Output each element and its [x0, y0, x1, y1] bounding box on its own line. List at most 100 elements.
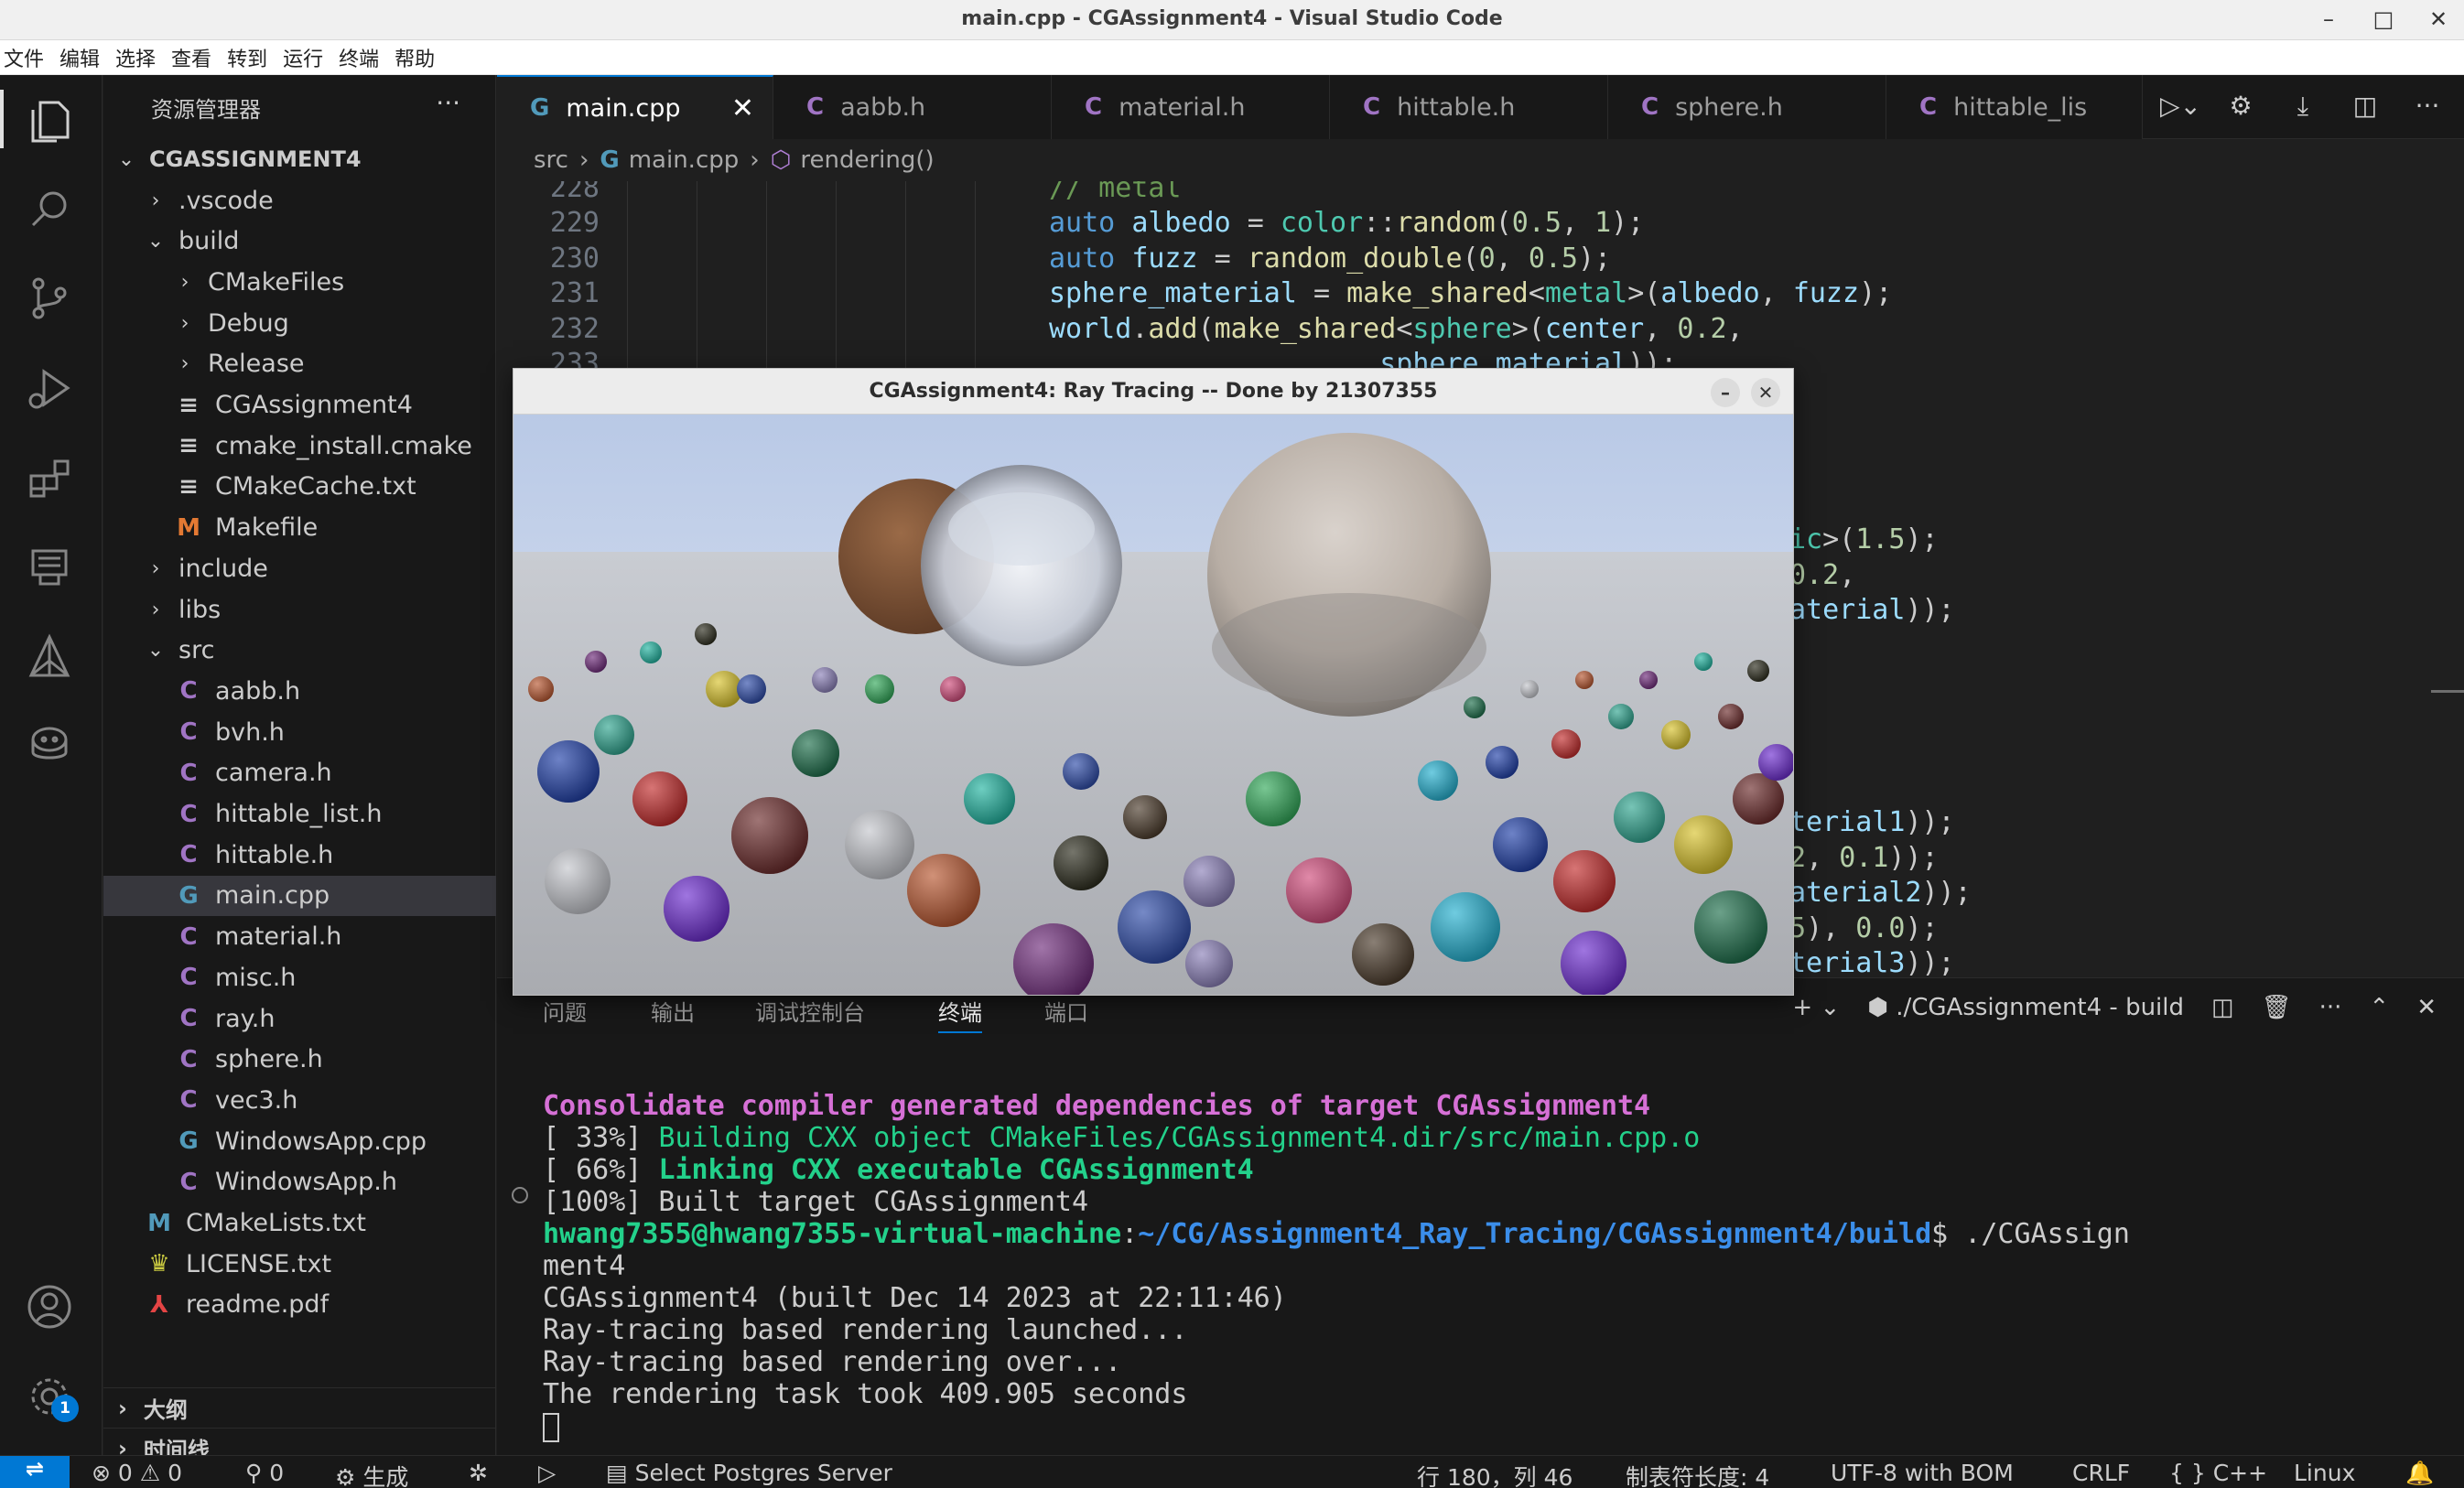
tree-item-label: src [178, 636, 215, 665]
file-item[interactable]: ♛ LICENSE.txt [103, 1244, 496, 1285]
close-window-button[interactable]: ✕ [2422, 5, 2455, 33]
chevron-right-icon: › [750, 146, 760, 174]
gear-icon[interactable]: ⚙ [2222, 88, 2259, 124]
menu-view[interactable]: 查看 [171, 43, 211, 72]
extensions-icon[interactable] [20, 448, 79, 507]
tab-output[interactable]: 输出 [651, 995, 695, 1027]
cmake-icon[interactable] [20, 628, 79, 686]
render-close-button[interactable]: ✕ [1751, 378, 1780, 407]
file-item[interactable]: Chittable.h [103, 835, 496, 876]
tab-debug-console[interactable]: 调试控制台 [755, 995, 865, 1027]
menu-help[interactable]: 帮助 [394, 43, 435, 72]
file-encoding[interactable]: UTF-8 with BOM [1831, 1460, 2014, 1486]
menu-selection[interactable]: 选择 [115, 43, 156, 72]
breadcrumb-folder[interactable]: src [534, 146, 568, 174]
file-item[interactable]: Gmain.cpp [103, 875, 496, 917]
tab-sphere-h[interactable]: C sphere.h [1608, 75, 1886, 139]
folder-item[interactable]: › Debug [103, 303, 496, 344]
folder-item[interactable]: ⌄ src [103, 630, 496, 671]
file-item[interactable]: C WindowsApp.h [103, 1162, 496, 1203]
file-item[interactable]: Csphere.h [103, 1039, 496, 1080]
split-editor-icon[interactable]: ◫ [2347, 88, 2383, 124]
os-indicator[interactable]: Linux [2294, 1460, 2355, 1486]
file-item[interactable]: M Makefile [103, 507, 496, 548]
run-debug-icon[interactable] [20, 359, 79, 417]
remote-indicator-icon[interactable]: ⇌ [0, 1456, 70, 1488]
source-control-icon[interactable] [20, 269, 79, 328]
explorer-icon[interactable] [20, 90, 79, 148]
file-item[interactable]: Cray.h [103, 998, 496, 1040]
breadcrumb-symbol[interactable]: rendering() [800, 146, 934, 174]
folder-item[interactable]: › libs [103, 589, 496, 631]
debug-bug-icon[interactable]: ✲ [469, 1460, 488, 1486]
problems-status[interactable]: ⊗ 0 ⚠ 0 [92, 1460, 182, 1486]
file-item[interactable]: Cbvh.h [103, 712, 496, 753]
remote-explorer-icon[interactable] [20, 538, 79, 597]
menu-terminal[interactable]: 终端 [339, 43, 379, 72]
folder-item[interactable]: › .vscode [103, 180, 496, 221]
cmake-build-button[interactable]: ⚙ 生成 [335, 1460, 408, 1488]
menu-run[interactable]: 运行 [283, 43, 323, 72]
file-item[interactable]: ≡ CMakeCache.txt [103, 467, 496, 508]
folder-item[interactable]: ⌄ build [103, 221, 496, 262]
file-item[interactable]: Ccamera.h [103, 753, 496, 794]
outline-section[interactable]: › 大纲 [103, 1387, 496, 1428]
maximize-window-button[interactable]: □ [2367, 5, 2400, 33]
menu-file[interactable]: 文件 [4, 43, 44, 72]
new-terminal-icon[interactable]: + ⌄ [1792, 994, 1840, 1021]
run-play-icon[interactable]: ▷ [538, 1460, 556, 1486]
tab-size[interactable]: 制表符长度: 4 [1626, 1460, 1769, 1488]
cursor-position[interactable]: 行 180，列 46 [1417, 1460, 1572, 1488]
tab-material-h[interactable]: C material.h [1052, 75, 1330, 139]
file-item[interactable]: ⅄ readme.pdf [103, 1285, 496, 1326]
download-icon[interactable]: ⤓ [2285, 88, 2321, 124]
more-icon[interactable]: ··· [2319, 994, 2342, 1021]
line-ending[interactable]: CRLF [2072, 1460, 2130, 1486]
more-actions-icon[interactable]: ··· [436, 88, 460, 118]
file-item[interactable]: Chittable_list.h [103, 793, 496, 835]
file-item[interactable]: ≡ CGAssignment4 [103, 384, 496, 426]
trash-icon[interactable]: 🗑 [2262, 994, 2292, 1021]
minimize-window-button[interactable]: – [2312, 5, 2345, 33]
file-item[interactable]: Caabb.h [103, 671, 496, 712]
ports-status[interactable]: ⚲ 0 [245, 1460, 284, 1486]
breadcrumb-file[interactable]: main.cpp [629, 146, 740, 174]
file-item[interactable]: Cmisc.h [103, 957, 496, 998]
folder-item[interactable]: › include [103, 548, 496, 589]
maximize-panel-icon[interactable]: ⌃ [2369, 994, 2389, 1021]
file-item[interactable]: M CMakeLists.txt [103, 1202, 496, 1244]
tab-hittable-list-h[interactable]: C hittable_lis [1886, 75, 2143, 139]
render-window[interactable]: CGAssignment4: Ray Tracing -- Done by 21… [513, 368, 1794, 996]
file-item[interactable]: ≡ cmake_install.cmake [103, 426, 496, 467]
sphere-shading [737, 674, 766, 704]
folder-item[interactable]: › Release [103, 344, 496, 385]
folder-item[interactable]: › CMakeFiles [103, 262, 496, 303]
file-item[interactable]: Cmaterial.h [103, 916, 496, 957]
search-icon[interactable] [20, 179, 79, 238]
file-item[interactable]: Cvec3.h [103, 1080, 496, 1121]
notifications-bell-icon[interactable]: 🔔 [2405, 1460, 2434, 1487]
split-terminal-icon[interactable]: ◫ [2211, 994, 2234, 1021]
close-panel-icon[interactable]: ✕ [2416, 994, 2437, 1021]
terminal-instance[interactable]: ⬢ ./CGAssignment4 - build [1867, 994, 2184, 1021]
menu-edit[interactable]: 编辑 [59, 43, 100, 72]
run-code-icon[interactable]: ▷⌄ [2160, 88, 2201, 124]
tab-terminal[interactable]: 终端 [938, 995, 982, 1033]
language-mode[interactable]: { } C++ [2169, 1460, 2267, 1486]
tab-aabb-h[interactable]: C aabb.h [773, 75, 1052, 139]
database-icon[interactable] [20, 717, 79, 776]
menu-go[interactable]: 转到 [227, 43, 267, 72]
workspace-root[interactable]: ⌄ CGASSIGNMENT4 [103, 139, 496, 180]
tab-main-cpp[interactable]: G main.cpp ✕ [497, 75, 773, 139]
render-window-titlebar[interactable]: CGAssignment4: Ray Tracing -- Done by 21… [513, 369, 1793, 415]
tab-problems[interactable]: 问题 [543, 995, 587, 1027]
file-item[interactable]: G WindowsApp.cpp [103, 1121, 496, 1162]
postgres-server-button[interactable]: ▤ Select Postgres Server [606, 1460, 892, 1486]
render-minimize-button[interactable]: – [1711, 378, 1740, 407]
more-icon[interactable]: ··· [2409, 88, 2446, 124]
account-icon[interactable] [20, 1278, 79, 1336]
tab-hittable-h[interactable]: C hittable.h [1330, 75, 1608, 139]
close-tab-icon[interactable]: ✕ [731, 92, 754, 124]
terminal-output[interactable]: Consolidate compiler generated dependenc… [543, 1090, 2130, 1442]
tab-ports[interactable]: 端口 [1044, 995, 1088, 1027]
